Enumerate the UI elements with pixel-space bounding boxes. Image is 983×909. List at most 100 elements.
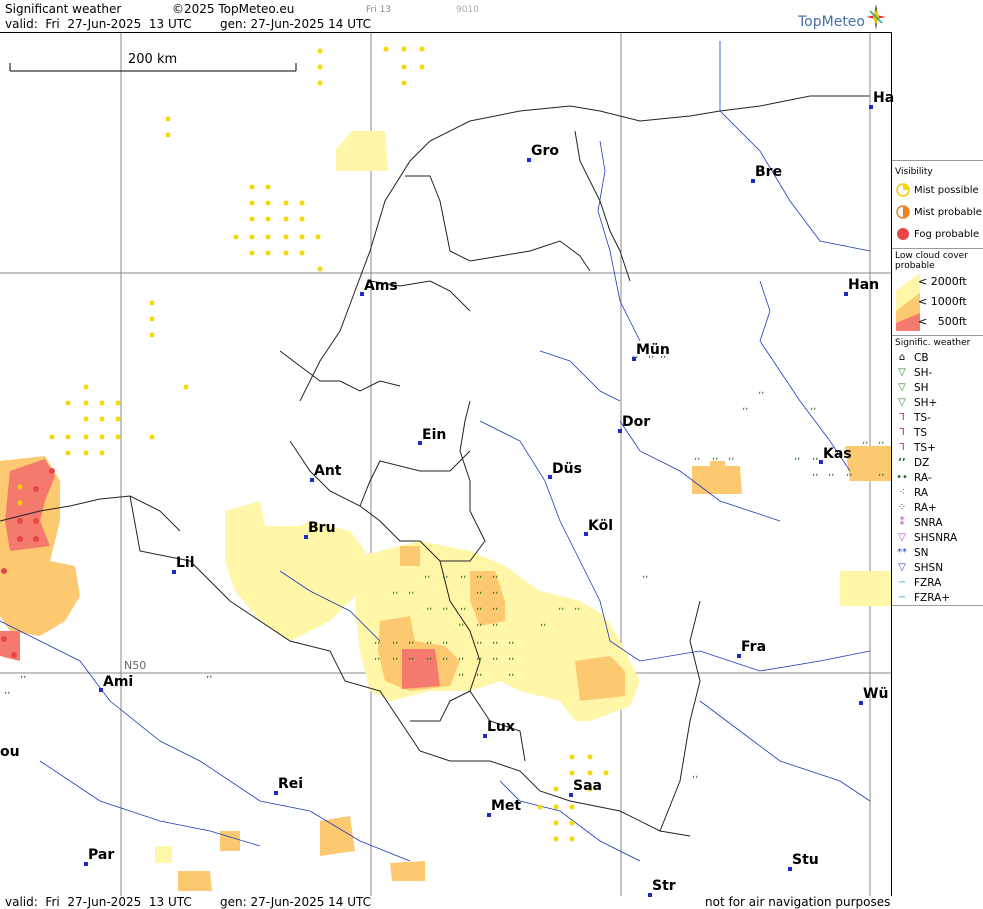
- thunderstorm-icon: Ꞁ: [899, 427, 905, 438]
- legend-sn: ** SN: [897, 546, 929, 559]
- freezing-rain-heavy-icon: ∽: [897, 592, 907, 603]
- city-label: ou: [0, 744, 20, 760]
- svg-text:ʼʼ: ʼʼ: [392, 657, 398, 668]
- legend-label: Mist possible: [914, 184, 979, 196]
- svg-text:ʼʼ: ʼʼ: [442, 607, 448, 618]
- svg-text:ʼʼ: ʼʼ: [476, 623, 482, 634]
- city-label: Lil: [176, 555, 195, 571]
- city-label: Rei: [278, 776, 304, 792]
- city-label: Bru: [308, 520, 336, 536]
- legend-sh-heavy: ▽ SH+: [892, 395, 983, 410]
- svg-text:ʼʼ: ʼʼ: [458, 673, 464, 684]
- mist-possible-icon: [896, 183, 910, 197]
- city-label: Lux: [487, 719, 515, 735]
- latitude-label: N50: [124, 659, 147, 672]
- snow-shower-icon: ▽: [898, 562, 906, 573]
- city-label: Dor: [622, 414, 651, 430]
- svg-text:ʼʼ: ʼʼ: [492, 641, 498, 652]
- shower-icon: ▽: [898, 382, 906, 393]
- svg-text:ʼʼ: ʼʼ: [728, 457, 734, 468]
- topmeteo-logo[interactable]: TopMeteo: [798, 4, 888, 32]
- lowcloud-title: Low cloud cover probable: [892, 248, 983, 273]
- svg-text:ʼʼ: ʼʼ: [206, 675, 212, 686]
- cb-icon: ⌂: [898, 352, 906, 363]
- weather-map[interactable]: ʼʼ ʼʼ ʼʼ ʼʼ ʼʼ ʼʼ ʼʼ ʼʼ ʼʼ ʼʼ ʼʼ ʼʼ ʼʼ ʼʼ ʼʼ ʼʼ ʼʼ ʼ…: [0, 32, 894, 897]
- legend-label: Fog probable: [914, 228, 980, 240]
- svg-text:ʼʼ: ʼʼ: [20, 675, 26, 686]
- shower-heavy-icon: ▽: [898, 397, 906, 408]
- svg-text:ʼʼ: ʼʼ: [442, 575, 448, 586]
- svg-text:ʼʼ: ʼʼ: [812, 473, 818, 484]
- shower-light-icon: ▽: [898, 367, 906, 378]
- svg-text:ʼʼ: ʼʼ: [540, 623, 546, 634]
- city-label: Mün: [636, 342, 670, 358]
- city-label: Saa: [573, 778, 602, 794]
- legend-ts-heavy: Ꞁ TS+: [892, 440, 983, 455]
- svg-text:ʼʼ: ʼʼ: [712, 457, 718, 468]
- legend-ra: ⁖ RA: [892, 485, 983, 500]
- city-label: Gro: [531, 143, 560, 159]
- legend-sh: ▽ SH: [892, 380, 983, 395]
- graticule: [0, 33, 891, 896]
- snow-icon: **: [897, 547, 907, 558]
- svg-text:ʼʼ: ʼʼ: [460, 607, 466, 618]
- legend-ra-light: •• RA-: [896, 471, 932, 484]
- valid-time: valid: Fri 27-Jun-2025 13 UTC: [5, 17, 192, 31]
- legend-shsnra: ▽ SHSNRA: [892, 530, 983, 545]
- freezing-rain-icon: ∽: [897, 577, 907, 588]
- scale-label: 200 km: [128, 52, 178, 67]
- svg-text:ʼʼ: ʼʼ: [442, 641, 448, 652]
- rain-light-icon: ••: [896, 472, 908, 483]
- visibility-title: Visibility: [892, 160, 983, 179]
- legend-fog-probable: Fog probable: [892, 223, 983, 245]
- svg-text:ʼʼ: ʼʼ: [426, 607, 432, 618]
- footer-valid-time: valid: Fri 27-Jun-2025 13 UTC: [5, 895, 192, 909]
- city-label: Köl: [588, 518, 614, 534]
- sigwx-title: Signific. weather: [892, 335, 983, 350]
- legend-ts: Ꞁ TS: [892, 425, 983, 440]
- svg-text:ʼʼ: ʼʼ: [392, 641, 398, 652]
- svg-text:ʼʼ: ʼʼ: [492, 607, 498, 618]
- low-cloud-areas: [0, 131, 891, 891]
- legend-ts-light: Ꞁ TS-: [892, 410, 983, 425]
- svg-text:ʼʼ: ʼʼ: [408, 657, 414, 668]
- svg-text:ʼʼ: ʼʼ: [426, 641, 432, 652]
- svg-text:ʼʼ: ʼʼ: [408, 591, 414, 602]
- city-label: Han: [848, 277, 880, 293]
- city-label: Ams: [364, 278, 398, 294]
- city-label: Düs: [552, 461, 582, 477]
- lowcloud-swatch: [896, 273, 920, 331]
- legend-ra-heavy: ⁘ RA+: [897, 501, 937, 514]
- city-label: Fra: [741, 639, 767, 655]
- svg-text:ʼʼ: ʼʼ: [508, 641, 514, 652]
- legend-sh-light: ▽ SH-: [892, 365, 983, 380]
- lowcloud-level: < 1000ft: [918, 295, 967, 308]
- svg-text:ʼʼ: ʼʼ: [828, 473, 834, 484]
- svg-text:ʼʼ: ʼʼ: [442, 657, 448, 668]
- svg-text:ʼʼ: ʼʼ: [476, 673, 482, 684]
- svg-text:ʼʼ: ʼʼ: [878, 441, 884, 452]
- city-label: Bre: [755, 164, 783, 180]
- code-label: 9010: [456, 5, 479, 15]
- svg-text:ʼʼ: ʼʼ: [408, 641, 414, 652]
- svg-text:ʼʼ: ʼʼ: [392, 591, 398, 602]
- legend-mist-possible: Mist possible: [892, 179, 983, 201]
- svg-text:ʼʼ: ʼʼ: [458, 657, 464, 668]
- city-label: Wü: [863, 686, 889, 702]
- footer-generated-time: gen: 27-Jun-2025 14 UTC: [220, 895, 372, 909]
- snow-rain-shower-icon: ▽: [898, 532, 906, 543]
- thunderstorm-light-icon: Ꞁ: [899, 412, 905, 423]
- city-label: Par: [88, 847, 115, 863]
- snow-rain-icon: ⁑: [899, 517, 905, 528]
- city-label: Ein: [422, 427, 447, 443]
- legend-label: Mist probable: [914, 206, 982, 218]
- svg-text:ʼʼ: ʼʼ: [460, 575, 466, 586]
- svg-text:ʼʼ: ʼʼ: [492, 575, 498, 586]
- lowcloud-level: < 2000ft: [918, 275, 967, 288]
- svg-text:ʼʼ: ʼʼ: [492, 623, 498, 634]
- legend-cb: ⌂ CB: [892, 350, 983, 365]
- compass-icon: [866, 4, 886, 30]
- rain-icon: ⁖: [899, 487, 905, 498]
- svg-text:ʼʼ: ʼʼ: [492, 591, 498, 602]
- map-canvas: ʼʼ ʼʼ ʼʼ ʼʼ ʼʼ ʼʼ ʼʼ ʼʼ ʼʼ ʼʼ ʼʼ ʼʼ ʼʼ ʼʼ ʼʼ ʼʼ ʼʼ ʼ…: [0, 33, 891, 896]
